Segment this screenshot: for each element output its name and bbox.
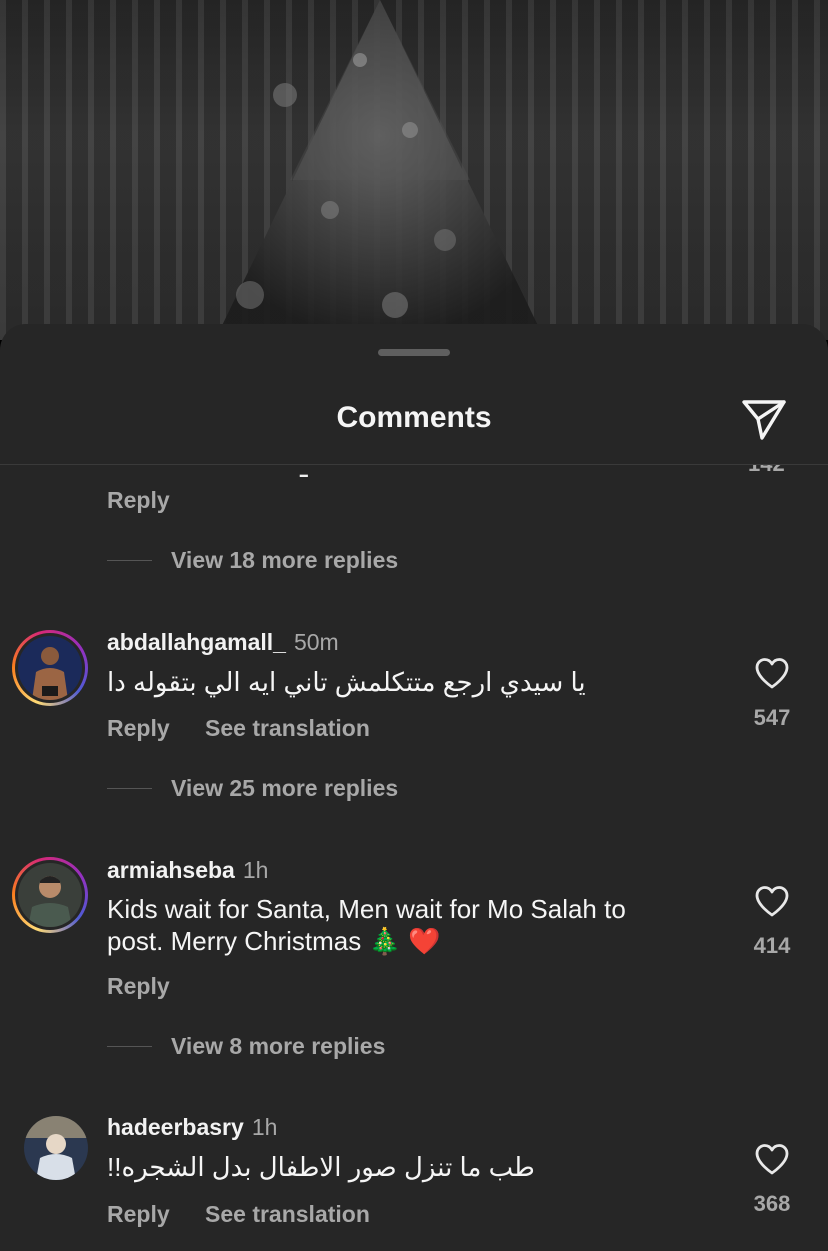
sheet-header: Comments: [0, 384, 828, 464]
partial-like-count: 142: [748, 465, 785, 477]
like-button[interactable]: [752, 1141, 792, 1177]
comment-text: يا سيدي ارجع متتكلمش تاني ايه الي بتقوله…: [107, 667, 586, 697]
replies-divider-line: [107, 788, 152, 789]
partial-comment-text: ـ: [300, 465, 308, 483]
paper-plane-icon: [742, 400, 786, 440]
see-translation-button[interactable]: See translation: [205, 1201, 370, 1228]
share-button[interactable]: [738, 394, 790, 446]
comment-meta: hadeerbasry 1h: [107, 1114, 277, 1141]
heart-outline-icon: [755, 658, 789, 689]
comment-text-line-1: Kids wait for Santa, Men wait for Mo Sal…: [107, 894, 626, 924]
comment-meta: armiahseba 1h: [107, 857, 268, 884]
post-background-image: [0, 0, 828, 340]
comment-username[interactable]: abdallahgamall_: [107, 629, 286, 655]
comments-screen: Comments ـ 142 Reply View 18 more replie…: [0, 0, 828, 1251]
comment-time: 1h: [242, 857, 269, 883]
avatar[interactable]: [12, 857, 88, 933]
avatar-image: [18, 863, 82, 927]
view-more-replies-button[interactable]: View 18 more replies: [107, 547, 398, 574]
like-button[interactable]: [752, 655, 792, 691]
comment-time: 50m: [293, 629, 339, 655]
comment-username[interactable]: armiahseba: [107, 857, 235, 883]
comment-time: 1h: [251, 1114, 278, 1140]
avatar[interactable]: [12, 630, 88, 706]
view-more-replies-label: View 25 more replies: [171, 775, 399, 801]
like-count: 368: [753, 1191, 791, 1216]
sheet-grabber[interactable]: [378, 349, 450, 356]
replies-divider-line: [107, 1046, 152, 1047]
comment-text: طب ما تنزل صور الاطفال بدل الشجره!!: [107, 1152, 535, 1182]
heart-outline-icon: [755, 1144, 789, 1175]
like-button[interactable]: [752, 883, 792, 919]
reply-button[interactable]: Reply: [107, 715, 170, 742]
reply-button[interactable]: Reply: [107, 973, 170, 1000]
see-translation-button[interactable]: See translation: [205, 715, 370, 742]
comment-text-line-2: post. Merry Christmas 🎄 ❤️: [107, 926, 441, 956]
view-more-replies-button[interactable]: View 25 more replies: [107, 775, 398, 802]
comments-list[interactable]: ـ 142 Reply View 18 more replies: [0, 465, 828, 1251]
avatar[interactable]: [24, 1116, 88, 1180]
like-count: 547: [753, 705, 791, 730]
comment-username[interactable]: hadeerbasry: [107, 1114, 244, 1140]
reply-button[interactable]: Reply: [107, 487, 170, 514]
view-more-replies-label: View 18 more replies: [171, 547, 399, 573]
sheet-title: Comments: [336, 401, 492, 434]
replies-divider-line: [107, 560, 152, 561]
comments-sheet: Comments ـ 142 Reply View 18 more replie…: [0, 324, 828, 1251]
heart-outline-icon: [755, 886, 789, 917]
avatar-image: [18, 636, 82, 700]
reply-button[interactable]: Reply: [107, 1201, 170, 1228]
like-count: 414: [753, 933, 791, 958]
view-more-replies-button[interactable]: View 8 more replies: [107, 1033, 385, 1060]
comment-meta: abdallahgamall_ 50m: [107, 629, 339, 656]
view-more-replies-label: View 8 more replies: [171, 1033, 386, 1059]
